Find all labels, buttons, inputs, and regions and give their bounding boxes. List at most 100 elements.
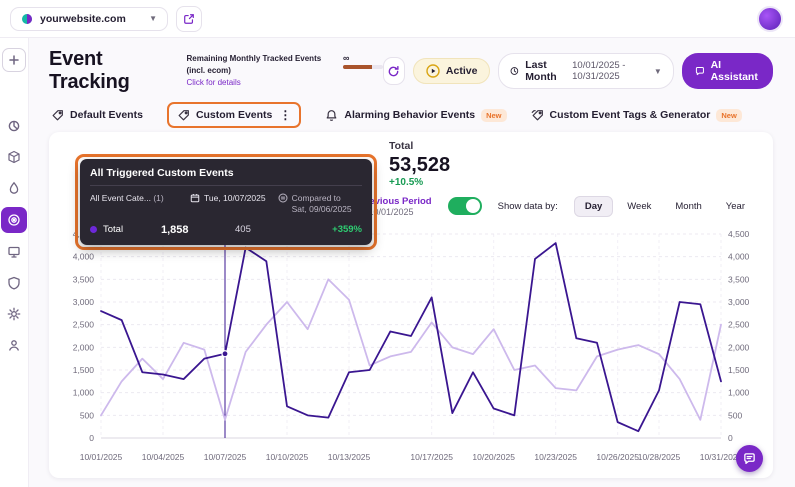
- svg-text:1,500: 1,500: [73, 365, 95, 375]
- sidebar-item-security[interactable]: [2, 271, 26, 295]
- granularity-month[interactable]: Month: [665, 197, 711, 216]
- sidebar-add-button[interactable]: [2, 48, 26, 72]
- clock-icon: [510, 65, 519, 77]
- svg-text:10/04/2025: 10/04/2025: [142, 452, 185, 462]
- chat-bubble-icon: [743, 452, 756, 465]
- svg-text:0: 0: [728, 433, 733, 443]
- granularity-year[interactable]: Year: [716, 197, 755, 216]
- click-for-details-link[interactable]: Click for details: [186, 77, 335, 89]
- tab-options-kebab-icon[interactable]: ⋮: [279, 108, 291, 122]
- play-icon: [426, 64, 440, 78]
- total-change: +10.5%: [389, 177, 767, 189]
- svg-text:10/20/2025: 10/20/2025: [472, 452, 515, 462]
- total-summary: Total 53,528 +10.5%: [389, 140, 767, 189]
- svg-text:4,500: 4,500: [728, 229, 750, 239]
- total-value: 53,528: [389, 153, 767, 177]
- plus-icon: [8, 54, 20, 66]
- svg-text:3,000: 3,000: [728, 297, 750, 307]
- period-range: 10/01/2025 - 10/31/2025: [572, 60, 648, 82]
- tooltip-compared: Compared toSat, 09/06/2025: [278, 193, 352, 216]
- tooltip-series-label: Total: [103, 224, 161, 235]
- avatar[interactable]: [757, 6, 783, 32]
- gear-icon: [7, 307, 21, 321]
- svg-text:3,000: 3,000: [73, 297, 95, 307]
- remaining-events-block: Remaining Monthly Tracked Events (incl. …: [186, 53, 383, 89]
- tooltip-annotation: All Triggered Custom Events All Event Ca…: [75, 154, 377, 250]
- refresh-icon: [387, 65, 400, 78]
- sidebar-item-analytics[interactable]: [2, 114, 26, 138]
- svg-text:2,500: 2,500: [728, 319, 750, 329]
- tab-default-events[interactable]: Default Events: [51, 109, 143, 122]
- event-type-tabs: Default Events Custom Events ⋮ Alarming …: [49, 108, 773, 122]
- period-label: Last Month: [525, 59, 566, 83]
- svg-text:10/13/2025: 10/13/2025: [328, 452, 371, 462]
- granularity-day[interactable]: Day: [574, 196, 613, 217]
- shield-icon: [7, 276, 21, 290]
- new-badge: New: [716, 109, 741, 122]
- svg-text:3,500: 3,500: [73, 274, 95, 284]
- tab-custom-event-tags-generator[interactable]: Custom Event Tags & Generator New: [531, 109, 742, 122]
- chat-icon: [695, 65, 705, 77]
- bell-icon: [325, 109, 338, 122]
- compare-toggle[interactable]: [448, 197, 482, 215]
- main-content: Event Tracking Remaining Monthly Tracked…: [29, 38, 795, 487]
- usage-progress-bar: [343, 65, 383, 69]
- svg-text:1,000: 1,000: [73, 387, 95, 397]
- open-site-button[interactable]: [176, 6, 202, 32]
- sidebar-item-products[interactable]: [2, 145, 26, 169]
- droplet-icon: [7, 181, 21, 195]
- sidebar-item-profile[interactable]: [2, 333, 26, 357]
- tab-label: Default Events: [70, 109, 143, 121]
- svg-text:10/10/2025: 10/10/2025: [266, 452, 309, 462]
- svg-text:4,000: 4,000: [73, 251, 95, 261]
- chevron-down-icon: ▼: [654, 67, 662, 76]
- tab-label: Custom Event Tags & Generator: [550, 109, 711, 121]
- svg-text:500: 500: [728, 410, 742, 420]
- ai-assistant-button[interactable]: AI Assistant: [682, 53, 773, 89]
- svg-text:10/01/2025: 10/01/2025: [80, 452, 123, 462]
- granularity-segmented-control: Day Week Month Year: [574, 196, 755, 217]
- calendar-icon: [190, 193, 200, 203]
- new-badge: New: [481, 109, 506, 122]
- svg-text:3,500: 3,500: [728, 274, 750, 284]
- donut-chart-icon: [7, 119, 21, 133]
- tab-alarming-behavior-events[interactable]: Alarming Behavior Events New: [325, 109, 506, 122]
- infinity-symbol: ∞: [343, 54, 349, 63]
- svg-text:0: 0: [89, 433, 94, 443]
- person-pin-icon: [7, 338, 21, 352]
- svg-text:1,000: 1,000: [728, 387, 750, 397]
- tooltip-compare-value: 405: [235, 224, 293, 235]
- tooltip-title: All Triggered Custom Events: [90, 167, 362, 186]
- monitor-icon: [7, 245, 21, 259]
- external-link-icon: [183, 13, 195, 25]
- granularity-week[interactable]: Week: [617, 197, 661, 216]
- total-label: Total: [389, 140, 767, 153]
- refresh-button[interactable]: [383, 57, 405, 85]
- show-data-by-label: Show data by:: [498, 201, 558, 212]
- sidebar-item-sessions[interactable]: [2, 240, 26, 264]
- remaining-events-label: Remaining Monthly Tracked Events (incl. …: [186, 53, 335, 77]
- tracking-status-toggle[interactable]: Active: [413, 58, 491, 84]
- tooltip-value: 1,858: [161, 224, 235, 236]
- page-title: Event Tracking: [49, 48, 168, 94]
- site-selector-dropdown[interactable]: yourwebsite.com ▼: [10, 7, 168, 31]
- svg-text:2,000: 2,000: [728, 342, 750, 352]
- toggle-knob: [466, 199, 480, 213]
- sidebar-item-settings[interactable]: [2, 302, 26, 326]
- sidebar-item-funnel[interactable]: [2, 176, 26, 200]
- tooltip-category: All Event Cate... (1): [90, 193, 178, 203]
- support-chat-button[interactable]: [736, 445, 763, 472]
- date-range-selector[interactable]: Last Month 10/01/2025 - 10/31/2025 ▼: [498, 53, 673, 89]
- tooltip-date: Tue, 10/07/2025: [190, 193, 266, 203]
- tag-edit-icon: [177, 109, 190, 122]
- active-label: Active: [446, 65, 478, 77]
- sidebar-item-event-tracking[interactable]: [1, 207, 27, 233]
- site-name: yourwebsite.com: [40, 13, 126, 25]
- svg-text:10/28/2025: 10/28/2025: [638, 452, 681, 462]
- package-icon: [7, 150, 21, 164]
- tag-icon: [51, 109, 64, 122]
- line-chart[interactable]: 005005001,0001,0001,5001,5002,0002,0002,…: [55, 224, 767, 475]
- tab-custom-events[interactable]: Custom Events: [177, 109, 272, 122]
- target-icon: [7, 213, 21, 227]
- chevron-down-icon: ▼: [149, 14, 157, 23]
